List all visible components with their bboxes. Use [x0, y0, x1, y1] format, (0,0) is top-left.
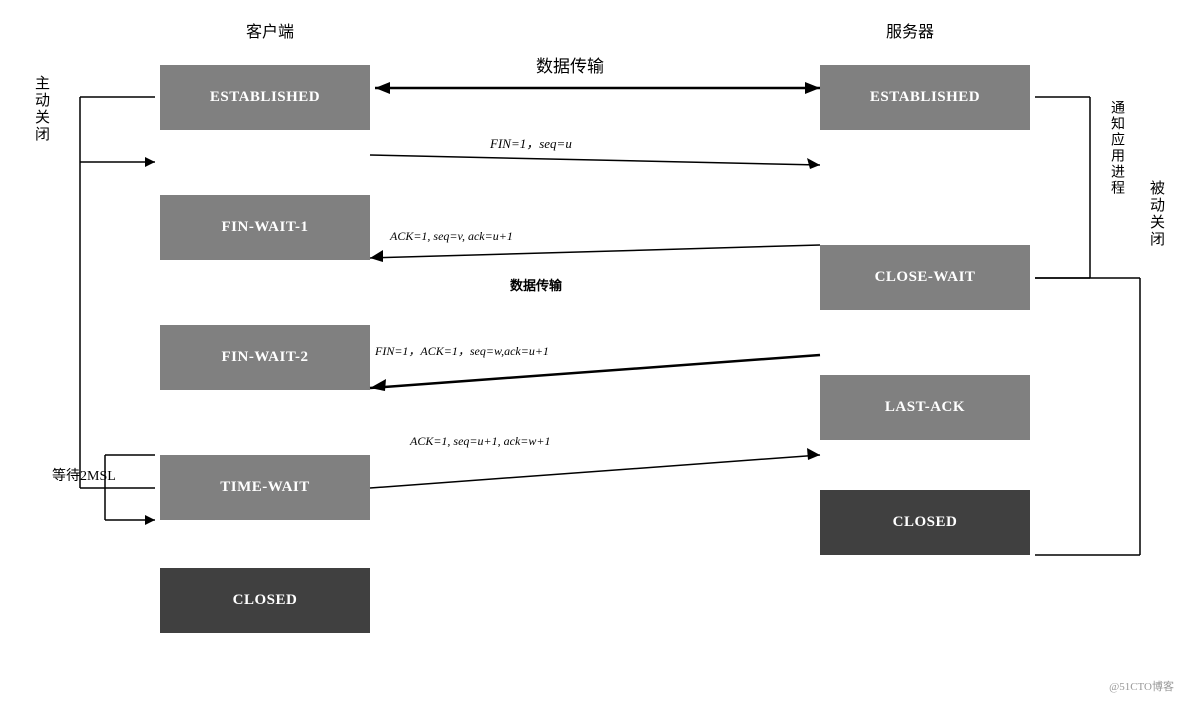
server-closewait-box: CLOSE-WAIT [820, 245, 1030, 310]
passive-close-label: 被动关闭 [1145, 180, 1166, 248]
client-closed-box: CLOSED [160, 568, 370, 633]
data-transfer-top-label: 数据传输 [420, 52, 720, 77]
client-finwait2-box: FIN-WAIT-2 [160, 325, 370, 390]
svg-text:数据传输: 数据传输 [510, 278, 563, 293]
server-label: 服务器 [840, 18, 980, 42]
server-established-box: ESTABLISHED [820, 65, 1030, 130]
client-finwait1-box: FIN-WAIT-1 [160, 195, 370, 260]
client-established-box: ESTABLISHED [160, 65, 370, 130]
notify-label: 通知应用进程 [1106, 100, 1126, 196]
active-close-label: 主动关闭 [30, 75, 51, 143]
server-closed-box: CLOSED [820, 490, 1030, 555]
diagram-container: 客户端 服务器 数据传输 主动关闭 被动关闭 通知应用进程 等待2MSL EST… [0, 0, 1184, 702]
svg-text:ACK=1, seq=u+1, ack=w+1: ACK=1, seq=u+1, ack=w+1 [409, 434, 550, 448]
svg-text:FIN=1，seq=u: FIN=1，seq=u [489, 136, 572, 151]
server-lastack-box: LAST-ACK [820, 375, 1030, 440]
client-timewait-box: TIME-WAIT [160, 455, 370, 520]
client-label: 客户端 [200, 18, 340, 42]
svg-text:ACK=1, seq=v, ack=u+1: ACK=1, seq=v, ack=u+1 [389, 229, 513, 243]
watermark: @51CTO博客 [1109, 678, 1174, 694]
wait-2msl-label: 等待2MSL [52, 465, 116, 485]
svg-text:FIN=1，ACK=1，seq=w,ack=u+1: FIN=1，ACK=1，seq=w,ack=u+1 [374, 344, 549, 358]
